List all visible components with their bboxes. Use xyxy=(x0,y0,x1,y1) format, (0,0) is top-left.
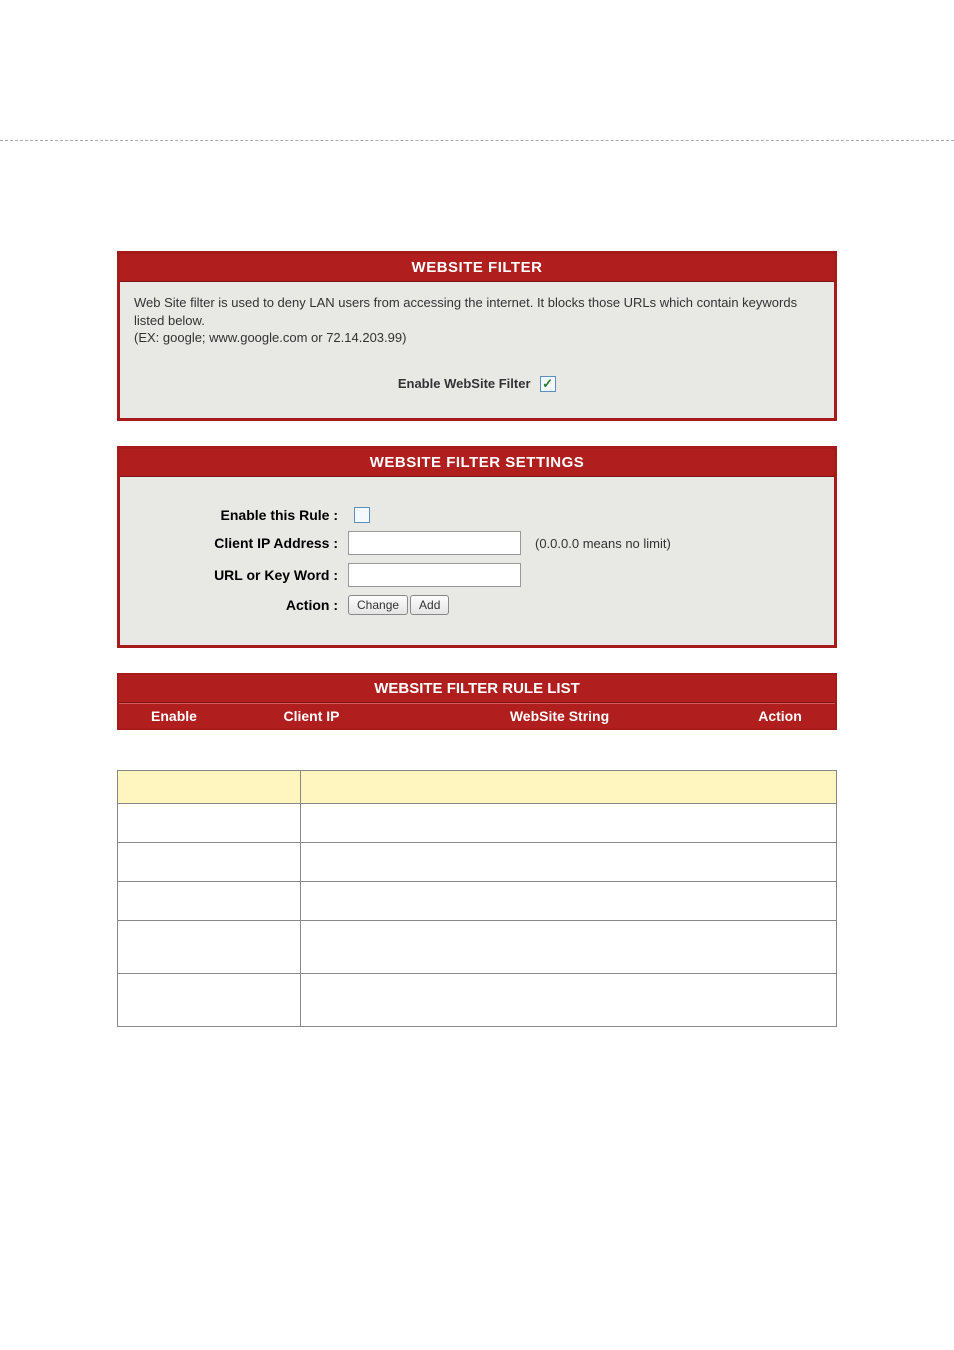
page-divider xyxy=(0,140,954,141)
action-label: Action : xyxy=(138,597,348,613)
client-ip-label: Client IP Address : xyxy=(138,535,348,551)
table-row xyxy=(118,843,837,882)
enable-rule-checkbox[interactable] xyxy=(354,507,370,523)
enable-rule-label: Enable this Rule : xyxy=(138,507,348,523)
enable-website-filter-checkbox[interactable] xyxy=(540,376,556,392)
rule-list-columns: Enable Client IP WebSite String Action xyxy=(119,703,835,728)
client-ip-hint: (0.0.0.0 means no limit) xyxy=(535,536,671,551)
rule-list-title: WEBSITE FILTER RULE LIST xyxy=(119,675,835,703)
website-filter-settings-title: WEBSITE FILTER SETTINGS xyxy=(120,449,834,477)
website-filter-panel: WEBSITE FILTER Web Site filter is used t… xyxy=(117,251,837,421)
col-client-ip: Client IP xyxy=(229,708,394,724)
table-row xyxy=(118,974,837,1027)
table-row xyxy=(118,882,837,921)
col-website-string: WebSite String xyxy=(394,708,725,724)
client-ip-input[interactable] xyxy=(348,531,521,555)
col-enable: Enable xyxy=(119,708,229,724)
col-action: Action xyxy=(725,708,835,724)
add-button[interactable]: Add xyxy=(410,595,449,615)
change-button[interactable]: Change xyxy=(348,595,408,615)
table-row xyxy=(118,804,837,843)
enable-website-filter-label: Enable WebSite Filter xyxy=(398,376,531,391)
website-filter-settings-panel: WEBSITE FILTER SETTINGS Enable this Rule… xyxy=(117,446,837,648)
website-filter-body: Web Site filter is used to deny LAN user… xyxy=(120,282,834,418)
website-filter-settings-body: Enable this Rule : Client IP Address : (… xyxy=(120,477,834,645)
url-keyword-label: URL or Key Word : xyxy=(138,567,348,583)
table-row xyxy=(118,771,837,804)
empty-table xyxy=(117,770,837,1027)
url-keyword-input[interactable] xyxy=(348,563,521,587)
rule-list-panel: WEBSITE FILTER RULE LIST Enable Client I… xyxy=(117,673,837,730)
table-row xyxy=(118,921,837,974)
website-filter-description: Web Site filter is used to deny LAN user… xyxy=(134,294,820,347)
website-filter-title: WEBSITE FILTER xyxy=(120,254,834,282)
